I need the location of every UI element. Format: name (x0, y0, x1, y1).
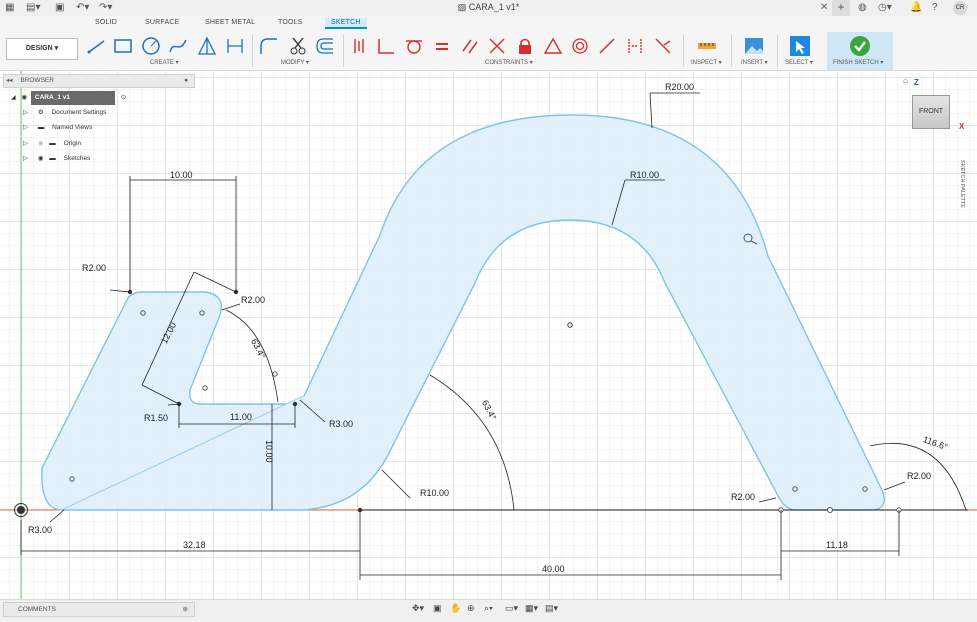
zoom-icon[interactable]: ⊕ (467, 603, 475, 614)
pan-hand-icon[interactable]: ✋ (450, 603, 461, 614)
browser-item-named-views[interactable]: ▷ ▬ Named Views (3, 121, 193, 135)
dim-r-top-left[interactable]: R2.00 (82, 263, 106, 273)
sketch-point[interactable] (827, 507, 833, 513)
dim-dist-center[interactable]: 40.00 (542, 564, 565, 574)
sketch-palette-toggle[interactable]: SKETCH PALETTE (955, 160, 965, 220)
dim-r-inner-arch[interactable]: R10.00 (630, 170, 659, 180)
grid-settings-icon[interactable]: ▦▾ (525, 603, 538, 614)
folder-icon: ▬ (49, 140, 56, 147)
visibility-eye-icon[interactable]: ◉ (21, 94, 27, 101)
viewports-icon[interactable]: ▤▾ (545, 603, 558, 614)
gear-icon: ⚙ (37, 109, 44, 116)
browser-item-sketches[interactable]: ▷ ◉ ▬ Sketches (3, 152, 193, 166)
active-radio-icon[interactable]: ⊙ (121, 94, 126, 101)
dim-r-right-bottom-right[interactable]: R2.00 (907, 471, 931, 481)
browser-item-document-settings[interactable]: ▷ ⚙ Document Settings (3, 106, 193, 120)
dim-dist-origin[interactable]: 32.18 (183, 540, 206, 550)
dim-r-bottom-arc[interactable]: R10.00 (420, 488, 449, 498)
browser-panel: ◂◂ BROWSER ● ◢ ◉ CARA_1 v1 ⊙ ▷ ⚙ Documen… (3, 74, 195, 170)
pin-icon[interactable]: ● (184, 75, 188, 87)
folder-icon: ▬ (49, 155, 56, 162)
dim-angle-large[interactable]: 63.4° (480, 398, 499, 422)
dim-inner-width[interactable]: 11.00 (230, 412, 252, 422)
dim-top-width[interactable]: 10.00 (170, 170, 193, 180)
axis-z-label: Z (914, 78, 919, 87)
expand-triangle-icon[interactable]: ▷ (23, 109, 28, 116)
expand-triangle-icon[interactable]: ▷ (23, 140, 28, 147)
dim-angle-right[interactable]: 116.6° (922, 434, 950, 452)
dim-r-top-right[interactable]: R2.00 (241, 295, 265, 305)
display-settings-icon[interactable]: ▭▾ (505, 603, 518, 614)
dim-r-right-bottom-left[interactable]: R2.00 (731, 492, 755, 502)
dim-angle-small[interactable]: 63.4° (249, 337, 268, 361)
look-at-icon[interactable]: ▣ (433, 603, 442, 614)
browser-root-label: CARA_1 v1 (30, 91, 115, 105)
add-comment-icon[interactable]: ⊕ (183, 603, 188, 616)
fit-icon[interactable]: ⌕▾ (484, 603, 493, 614)
dim-r-outer-arch[interactable]: R20.00 (665, 82, 694, 92)
origin-point[interactable] (17, 506, 25, 514)
browser-item-origin[interactable]: ▷ ◉ ▬ Origin (3, 137, 193, 151)
browser-root-row[interactable]: ◢ ◉ CARA_1 v1 ⊙ (3, 91, 193, 105)
dim-r-inner-bottom[interactable]: R1.50 (144, 413, 168, 423)
comments-panel[interactable]: COMMENTS ⊕ (3, 602, 195, 617)
dim-dist-right[interactable]: 11.18 (826, 540, 848, 550)
viewcube[interactable]: FRONT (912, 95, 950, 129)
browser-header: ◂◂ BROWSER ● (3, 74, 195, 88)
dim-r-fillet[interactable]: R3.00 (329, 419, 353, 429)
expand-icon[interactable]: ◢ (11, 95, 16, 101)
visibility-eye-icon[interactable]: ◉ (38, 140, 44, 147)
expand-triangle-icon[interactable]: ▷ (23, 124, 28, 131)
orbit-icon[interactable]: ✥▾ (412, 603, 424, 614)
sketch-point[interactable] (272, 371, 278, 377)
expand-triangle-icon[interactable]: ▷ (23, 155, 28, 162)
home-view-icon[interactable]: ⌂ (903, 76, 908, 85)
visibility-eye-icon[interactable]: ◉ (38, 155, 44, 162)
sketch-point[interactable] (202, 385, 208, 391)
arc-center-point[interactable] (567, 322, 573, 328)
axis-x-label: X (959, 122, 965, 131)
collapse-icon[interactable]: ◂◂ (6, 77, 13, 84)
dim-r-origin[interactable]: R3.00 (28, 525, 52, 535)
folder-icon: ▬ (37, 124, 45, 131)
dim-height[interactable]: 10.00 (264, 440, 274, 463)
